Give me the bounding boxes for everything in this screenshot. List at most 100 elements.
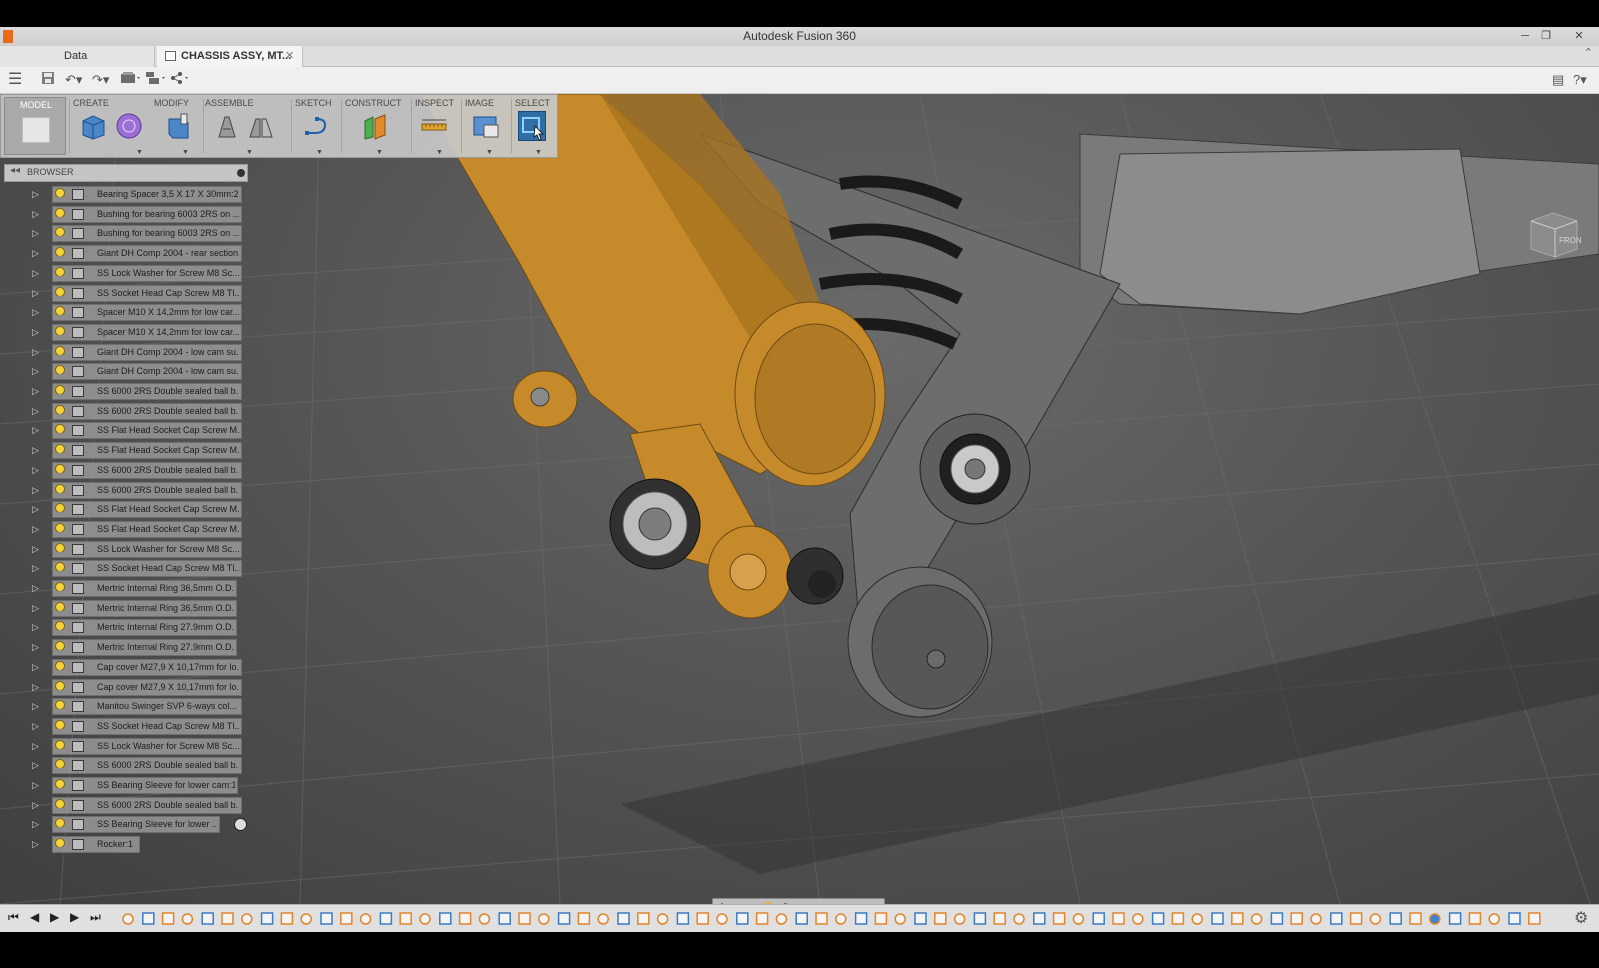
visibility-bulb-icon[interactable] — [54, 838, 66, 852]
timeline-feature-icon[interactable] — [1250, 913, 1263, 925]
expand-arrow-icon[interactable]: ▷ — [32, 622, 39, 633]
visibility-bulb-icon[interactable] — [54, 286, 66, 301]
visibility-bulb-icon[interactable] — [54, 759, 66, 773]
visibility-bulb-icon[interactable] — [54, 385, 66, 399]
browser-item[interactable]: ▷ Spacer M10 X 14,2mm for low car... — [0, 323, 255, 342]
visibility-bulb-icon[interactable] — [54, 542, 66, 557]
activate-component-radio[interactable] — [234, 818, 247, 832]
restore-icon[interactable]: ❐ — [1537, 28, 1555, 44]
timeline-feature-icon[interactable] — [953, 913, 966, 925]
step-back-icon[interactable]: ◀ — [30, 910, 39, 924]
expand-arrow-icon[interactable]: ▷ — [32, 406, 39, 417]
timeline-feature-icon[interactable] — [498, 912, 511, 925]
timeline-feature-icon[interactable] — [696, 912, 709, 925]
visibility-bulb-icon[interactable] — [54, 424, 66, 438]
offset-plane-icon[interactable] — [361, 111, 389, 141]
timeline-feature-icon[interactable] — [181, 913, 194, 925]
visibility-bulb-icon[interactable] — [54, 483, 66, 498]
visibility-bulb-icon[interactable] — [54, 306, 66, 320]
menu-icon[interactable]: ☰ — [8, 71, 22, 89]
collapse-browser-icon[interactable]: ◂◂ — [10, 165, 20, 176]
timeline-feature-icon[interactable] — [874, 912, 888, 925]
new-component-icon[interactable] — [79, 111, 107, 141]
browser-item[interactable]: ▷ SS Flat Head Socket Cap Screw M... — [0, 422, 255, 440]
visibility-bulb-icon[interactable] — [54, 365, 66, 379]
sketch-dropdown-icon[interactable]: ▼ — [316, 149, 323, 156]
press-pull-icon[interactable] — [164, 111, 192, 141]
timeline-feature-icon[interactable] — [340, 912, 353, 925]
expand-arrow-icon[interactable]: ▷ — [32, 839, 39, 850]
timeline-feature-icon[interactable] — [1052, 912, 1066, 925]
timeline-feature-icon[interactable] — [300, 913, 312, 925]
timeline-feature-icon[interactable] — [577, 912, 591, 925]
step-forward-icon[interactable]: ▶ — [70, 910, 79, 924]
create-dropdown-icon[interactable]: ▼ — [136, 149, 143, 156]
visibility-bulb-icon[interactable] — [54, 463, 66, 478]
visibility-bulb-icon[interactable] — [54, 345, 66, 360]
timeline-feature-icon[interactable] — [914, 912, 927, 925]
timeline-feature-icon[interactable] — [1310, 913, 1322, 925]
assemble-dropdown-icon[interactable]: ▼ — [246, 149, 253, 156]
expand-arrow-icon[interactable]: ▷ — [32, 780, 39, 791]
view-cube[interactable]: FRONT — [1525, 209, 1587, 259]
expand-arrow-icon[interactable]: ▷ — [32, 386, 39, 397]
expand-arrow-icon[interactable]: ▷ — [32, 327, 39, 338]
timeline-feature-icon[interactable] — [439, 912, 452, 925]
expand-arrow-icon[interactable]: ▷ — [32, 445, 39, 456]
browser-item[interactable]: ▷ SS Socket Head Cap Screw M8 Tl... — [0, 717, 255, 736]
browser-item[interactable]: ▷ Mertric Internal Ring 36,5mm O.D.:1 — [0, 580, 255, 598]
data-share-icon[interactable] — [145, 71, 167, 89]
browser-item[interactable]: ▷ SS Bearing Sleeve for lower cam:1 — [0, 777, 255, 795]
timeline-feature-icon[interactable] — [716, 913, 728, 925]
browser-item[interactable]: ▷ SS 6000 2RS Double sealed ball b... — [0, 461, 255, 480]
timeline-feature-icon[interactable] — [557, 912, 571, 925]
construct-dropdown-icon[interactable]: ▼ — [376, 149, 383, 156]
expand-arrow-icon[interactable]: ▷ — [32, 425, 39, 436]
timeline-feature-icon[interactable] — [835, 913, 847, 925]
browser-item[interactable]: ▷ Cap cover M27,9 X 10,17mm for lo... — [0, 658, 255, 677]
timeline-feature-icon[interactable] — [1072, 913, 1085, 925]
browser-item[interactable]: ▷ Bearing Spacer 3,5 X 17 X 30mm:2 — [0, 186, 255, 204]
expand-arrow-icon[interactable]: ▷ — [32, 347, 39, 358]
timeline-feature-icon[interactable] — [1389, 912, 1402, 925]
visibility-bulb-icon[interactable] — [54, 562, 66, 576]
share-icon[interactable] — [170, 71, 192, 89]
browser-item[interactable]: ▷ Giant DH Comp 2004 - rear section... — [0, 245, 255, 263]
expand-arrow-icon[interactable]: ▷ — [32, 721, 39, 732]
timeline-feature-icon[interactable] — [1033, 912, 1046, 925]
visibility-bulb-icon[interactable] — [54, 522, 66, 537]
timeline-feature-icon[interactable] — [775, 913, 788, 925]
timeline-feature-icon[interactable] — [201, 912, 214, 925]
visibility-bulb-icon[interactable] — [54, 582, 66, 596]
browser-item[interactable]: ▷ Mertric Internal Ring 36,5mm O.D.:2 — [0, 599, 255, 618]
timeline-feature-icon[interactable] — [934, 912, 947, 925]
timeline-feature-icon[interactable] — [1290, 912, 1303, 925]
expand-arrow-icon[interactable]: ▷ — [32, 800, 39, 811]
minimize-icon[interactable]: ─ — [1516, 28, 1534, 44]
visibility-bulb-icon[interactable] — [54, 227, 66, 241]
collapse-ribbon-icon[interactable]: ⌃ — [1584, 46, 1593, 59]
timeline-feature-icon[interactable] — [676, 912, 690, 925]
visibility-bulb-icon[interactable] — [54, 719, 66, 734]
browser-item[interactable]: ▷ Mertric Internal Ring 27.9mm O.D.:2 — [0, 639, 255, 657]
visibility-bulb-icon[interactable] — [54, 188, 66, 202]
measure-icon[interactable] — [420, 111, 448, 141]
create-form-icon[interactable] — [115, 111, 143, 141]
expand-arrow-icon[interactable]: ▷ — [32, 583, 39, 594]
expand-arrow-icon[interactable]: ▷ — [32, 307, 39, 318]
browser-header[interactable]: ◂◂ BROWSER — [4, 164, 248, 182]
joint-icon[interactable] — [213, 111, 241, 141]
browser-item[interactable]: ▷ SS 6000 2RS Double sealed ball b... — [0, 796, 255, 815]
browser-item[interactable]: ▷ SS Socket Head Cap Screw M8 Tl... — [0, 560, 255, 578]
timeline-feature-icon[interactable] — [1191, 913, 1203, 925]
expand-arrow-icon[interactable]: ▷ — [32, 248, 39, 259]
modify-dropdown-icon[interactable]: ▼ — [182, 149, 189, 156]
expand-arrow-icon[interactable]: ▷ — [32, 228, 39, 239]
timeline-feature-icon[interactable] — [518, 912, 531, 925]
visibility-bulb-icon[interactable] — [54, 601, 66, 616]
timeline-feature-icon[interactable] — [1171, 912, 1185, 925]
browser-item[interactable]: ▷ SS Lock Washer for Screw M8 Sc... — [0, 264, 255, 283]
expand-arrow-icon[interactable]: ▷ — [32, 642, 39, 653]
timeline-feature-icon[interactable] — [161, 912, 175, 925]
expand-arrow-icon[interactable]: ▷ — [32, 268, 39, 279]
